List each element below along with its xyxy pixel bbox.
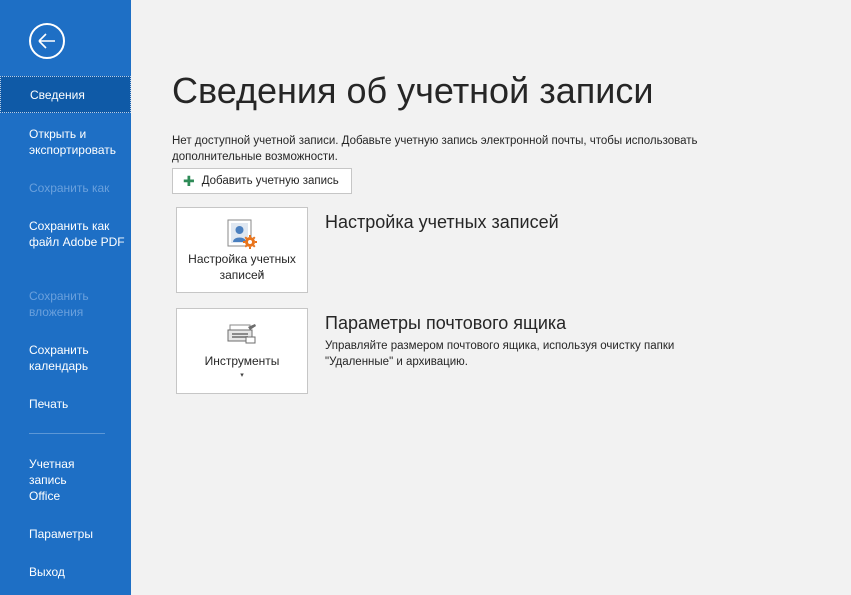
tools-icon [227,324,256,344]
backstage-sidebar: Сведения Открыть и экспортировать Сохран… [0,0,131,595]
account-settings-tile-label: Настройка учетных записей [188,252,296,282]
account-settings-title: Настройка учетных записей [325,212,559,232]
chevron-down-icon: ▾ [240,372,244,379]
back-arrow-icon [38,33,55,49]
add-account-button[interactable]: ✚ Добавить учетную запись [172,168,352,194]
nav-office-account-label: Учетная запись Office [29,457,75,503]
nav-save-calendar-label: Сохранить календарь [29,343,89,373]
back-button[interactable] [29,23,65,59]
nav-save-attachments: Сохранить вложения [0,288,131,320]
nav-exit[interactable]: Выход [0,564,131,580]
nav-options[interactable]: Параметры [0,526,131,542]
tools-tile-label: Инструменты [204,354,280,368]
page-title: Сведения об учетной записи [172,70,654,111]
add-account-label: Добавить учетную запись [201,175,339,187]
nav-save-as-label: Сохранить как [29,181,110,195]
nav-exit-label: Выход [29,565,65,579]
nav-info[interactable]: Сведения [0,76,131,113]
mailbox-settings-title: Параметры почтового ящика [325,313,567,333]
nav-save-as: Сохранить как [0,180,131,196]
no-account-message: Нет доступной учетной записи. Добавьте у… [172,135,698,163]
nav-open-export[interactable]: Открыть и экспортировать [0,126,131,158]
nav-separator [29,433,105,434]
main-content: Сведения об учетной записи Нет доступной… [131,0,851,595]
nav-print-label: Печать [29,397,69,411]
nav-options-label: Параметры [29,527,93,541]
nav-save-adobe-pdf-label: Сохранить как файл Adobe PDF [29,219,125,249]
tools-button[interactable]: Инструменты ▾ [176,308,308,394]
chevron-down-icon: ▾ [260,271,264,278]
nav-open-export-label: Открыть и экспортировать [29,127,117,157]
nav-office-account[interactable]: Учетная запись Office [0,456,131,504]
nav-info-label: Сведения [30,88,85,102]
nav-save-adobe-pdf[interactable]: Сохранить как файл Adobe PDF [0,218,131,250]
nav-print[interactable]: Печать [0,396,131,412]
plus-icon: ✚ [183,173,195,189]
mailbox-settings-description: Управляйте размером почтового ящика, исп… [325,340,675,368]
account-settings-button[interactable]: Настройка учетных записей ▾ [176,207,308,293]
nav-save-attachments-label: Сохранить вложения [29,289,89,319]
account-settings-icon [227,219,257,249]
nav-save-calendar[interactable]: Сохранить календарь [0,342,131,374]
